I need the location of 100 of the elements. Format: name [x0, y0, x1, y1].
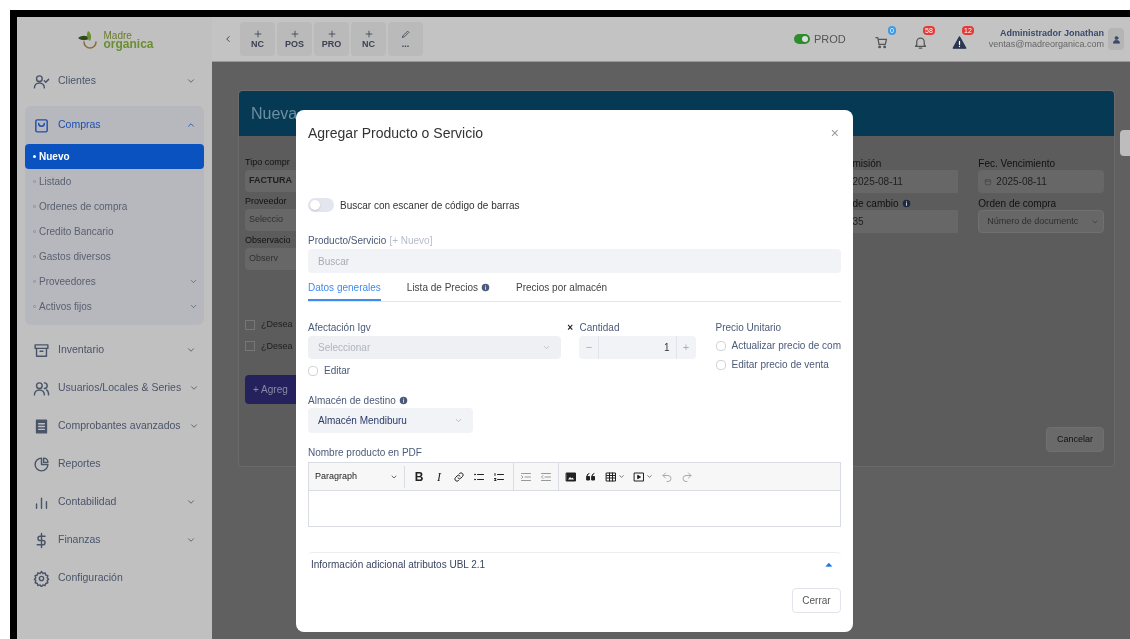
toggle-label: Buscar con escaner de código de barras — [340, 198, 520, 213]
caret-icon — [646, 473, 653, 480]
plus-icon — [252, 29, 263, 39]
field-label: Tipo compr — [245, 156, 290, 169]
field-label: Orden de compra — [978, 197, 1058, 210]
plus-icon — [363, 29, 374, 39]
checkbox-label: Actualizar precio de com — [731, 339, 841, 353]
quick-action-button[interactable]: POS — [277, 22, 312, 56]
submenu-item[interactable]: Ordenes de compra — [25, 194, 204, 219]
calendar-icon — [984, 177, 993, 186]
sidebar-item[interactable]: Contabilidad — [25, 483, 204, 521]
caret-up-icon — [825, 560, 833, 569]
field-label: misión — [852, 157, 883, 170]
quick-action-button[interactable]: NC — [240, 22, 275, 56]
quick-action-button[interactable]: PRO — [314, 22, 349, 56]
info-icon — [398, 395, 408, 405]
add-button[interactable]: + Agreg — [245, 375, 297, 404]
chevron-left-icon — [223, 34, 233, 44]
sidebar-item[interactable]: Compras — [25, 106, 204, 144]
redo-icon — [681, 470, 693, 483]
sidebar-item[interactable]: Reportes — [25, 445, 204, 483]
user-menu-button[interactable] — [1108, 28, 1124, 50]
field-label: Proveedor — [245, 195, 287, 208]
tab[interactable]: Lista de Precios — [406, 276, 490, 301]
field-label: Almacén de destino — [308, 393, 396, 408]
date-field[interactable]: 2025-08-11 — [978, 170, 1104, 193]
tab[interactable]: Precios por almacén — [516, 276, 608, 301]
dialog-title: Agregar Producto o Servicio — [308, 123, 484, 143]
sidebar-item[interactable]: Finanzas — [25, 521, 204, 559]
plus-icon — [289, 29, 300, 39]
tab[interactable]: Datos generales — [308, 276, 381, 301]
bell-icon — [913, 35, 929, 50]
user-icon — [1111, 34, 1121, 44]
field-label: Producto/Servicio — [308, 233, 387, 248]
side-tab[interactable] — [1120, 130, 1130, 156]
bag-icon — [33, 116, 50, 134]
scanner-toggle[interactable] — [308, 198, 334, 212]
input-field[interactable]: 2025-08-11 — [852, 170, 959, 193]
chevron-down-icon — [541, 343, 551, 352]
pie-chart-icon — [33, 455, 50, 473]
field-label: de cambio — [852, 196, 899, 211]
table-icon — [605, 470, 617, 483]
quick-action-button[interactable]: NC — [351, 22, 386, 56]
field-label: Cantidad — [579, 322, 621, 334]
checkbox-label: Editar precio de venta — [731, 358, 829, 372]
caret-icon — [618, 473, 625, 480]
warning-icon — [952, 35, 968, 50]
italic-button[interactable]: I — [429, 467, 449, 486]
plus-icon — [326, 29, 337, 39]
sidebar-item[interactable]: Comprobantes avanzados — [25, 407, 204, 445]
user-check-icon — [33, 72, 50, 90]
indent-icon — [520, 470, 532, 483]
select-field[interactable]: Almacén Mendiburu — [308, 408, 473, 433]
bold-button[interactable]: B — [409, 467, 429, 486]
environment-label: PROD — [814, 31, 846, 47]
block-format-select[interactable]: Paragraph — [309, 465, 405, 488]
checkbox-label: Editar — [324, 364, 351, 378]
logo-text: organica — [103, 39, 154, 49]
close-button[interactable]: × — [830, 122, 839, 144]
sidebar-item[interactable]: Inventario — [25, 331, 204, 369]
quantity-value: 1 — [662, 341, 671, 355]
chevron-down-icon — [454, 416, 463, 425]
close-dialog-button[interactable]: Cerrar — [792, 588, 841, 613]
editor-field[interactable] — [308, 491, 841, 527]
submenu-item[interactable]: Credito Bancario — [25, 219, 204, 244]
sidebar-item[interactable]: Configuración — [25, 559, 204, 597]
outdent-icon — [540, 470, 552, 483]
sidebar-item[interactable]: Usuarios/Locales & Series — [25, 369, 204, 407]
quote-icon — [585, 470, 597, 483]
logo-text: Madre — [103, 30, 132, 40]
user-email: ventas@madreorganica.com — [988, 39, 1104, 50]
submenu-item[interactable]: Activos fijos — [25, 294, 204, 319]
archive-box-icon — [33, 341, 50, 359]
environment-toggle[interactable] — [794, 34, 810, 44]
submenu-item[interactable]: Proveedores — [25, 269, 204, 294]
field-label: Afectación Igv — [308, 322, 372, 334]
image-icon — [565, 470, 577, 483]
submenu-item[interactable]: Listado — [25, 169, 204, 194]
user-name: Administrador Jonathan — [1000, 28, 1104, 39]
checkbox[interactable] — [245, 341, 255, 352]
undo-icon — [661, 470, 673, 483]
sidebar-item[interactable]: Clientes — [25, 62, 204, 100]
field-label: Precio Unitario — [715, 322, 783, 334]
settings-icon — [33, 569, 50, 587]
multiply-sign: × — [567, 322, 574, 335]
cancel-button[interactable]: Cancelar — [1045, 427, 1104, 452]
cart-icon — [874, 35, 890, 50]
link-icon — [453, 470, 465, 483]
pencil-icon — [400, 29, 411, 39]
field-label: Fec. Vencimiento — [978, 157, 1057, 170]
submenu-item[interactable]: Gastos diversos — [25, 244, 204, 269]
field-label: Observacio — [245, 234, 291, 247]
accordion-header[interactable]: Información adicional atributos UBL 2.1 — [308, 552, 841, 576]
submenu-item[interactable]: Nuevo — [25, 144, 204, 169]
numbered-list-icon — [493, 470, 505, 483]
select-field[interactable]: FACTURA — [245, 170, 297, 192]
search-field[interactable]: Buscar — [308, 249, 841, 273]
input-field[interactable]: 35 — [852, 210, 959, 233]
quick-action-button[interactable]: ... — [388, 22, 423, 56]
checkbox[interactable] — [245, 319, 255, 330]
